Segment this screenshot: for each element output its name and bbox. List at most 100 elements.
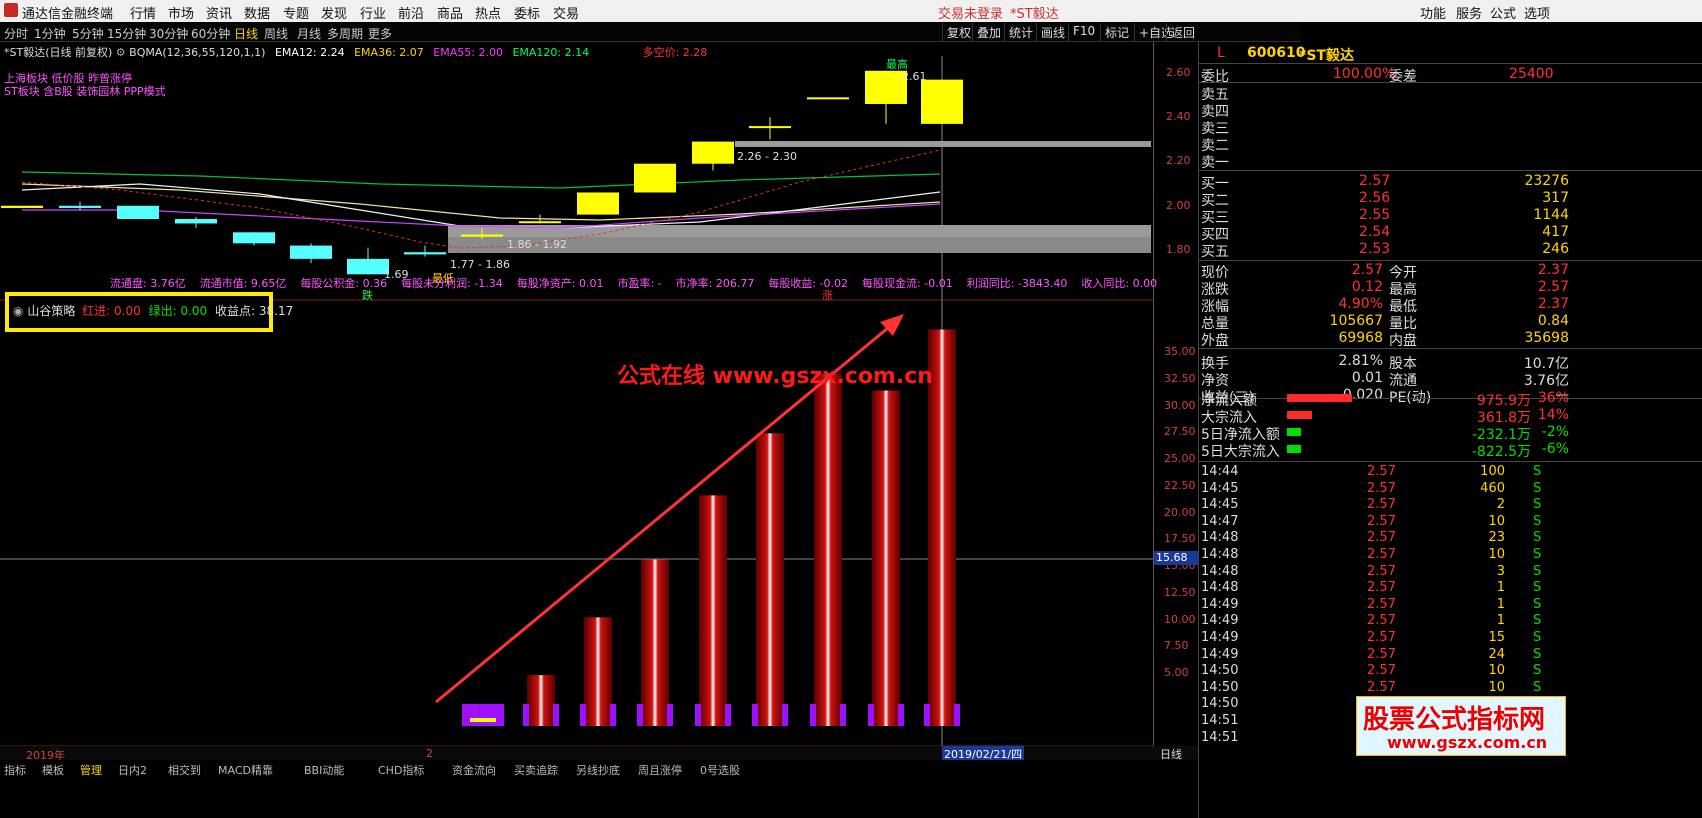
menu-item[interactable]: 专题	[283, 3, 309, 22]
bottom-tab[interactable]: 管理	[80, 762, 102, 778]
green-label: 绿出:	[148, 304, 177, 318]
candle-body	[519, 221, 561, 224]
bottom-tab[interactable]: 指标	[4, 762, 26, 778]
chart-tool-button[interactable]: 统计	[1004, 23, 1037, 41]
signal-bar	[610, 704, 616, 726]
tick-side: S	[1533, 480, 1542, 496]
strategy-name: 山谷策略	[27, 304, 76, 318]
flow-bar	[1287, 445, 1301, 453]
bottom-tab[interactable]: 买卖追踪	[514, 762, 558, 778]
flow-row: 5日净流入额 -232.1万 -2%	[1199, 424, 1569, 443]
tick-time: 14:45	[1201, 497, 1239, 513]
period-tab[interactable]: 30分钟	[149, 25, 188, 42]
tick-row: 14:49 2.57 24 S	[1199, 647, 1569, 664]
bottom-tab[interactable]: BBI动能	[304, 762, 344, 778]
tick-price: 2.57	[1367, 679, 1396, 695]
flow-row: 净流入额 975.9万 36%	[1199, 390, 1569, 409]
menu-item[interactable]: 委标	[514, 3, 540, 22]
menu-item[interactable]: 数据	[244, 3, 270, 22]
candle-body	[290, 245, 332, 259]
price-label-high-tag: 最高	[886, 58, 908, 71]
ask-label: 卖一	[1201, 155, 1229, 171]
chart-tool-button[interactable]: 返回	[1166, 23, 1199, 41]
period-tab[interactable]: 月线	[297, 25, 321, 42]
tick-price: 2.57	[1367, 646, 1396, 662]
bottom-tab[interactable]: 周且涨停	[638, 762, 682, 778]
menu-item[interactable]: 市场	[168, 3, 194, 22]
stat-value-2: 2.57	[1537, 279, 1569, 295]
flow-pct: -2%	[1541, 424, 1569, 440]
bottom-tab[interactable]: 另线抄底	[576, 762, 620, 778]
menu-item[interactable]: 资讯	[206, 3, 232, 22]
period-tab[interactable]: 日线	[234, 25, 258, 42]
title-menu-item[interactable]: 选项	[1524, 3, 1550, 22]
stock-code: 600610	[1247, 45, 1306, 61]
bid-volume: 1144	[1533, 207, 1569, 223]
menu-item[interactable]: 行情	[130, 3, 156, 22]
tick-side: S	[1533, 580, 1542, 596]
chart-tool-button[interactable]: 叠加	[972, 23, 1005, 41]
ema36-value: EMA36: 2.07	[354, 46, 424, 59]
kline-chart[interactable]	[0, 42, 1153, 800]
bottom-tab[interactable]: 0号选股	[700, 762, 740, 778]
candle-body	[59, 205, 101, 208]
axis-tick-lower: 5.00	[1164, 666, 1189, 679]
period-tab[interactable]: 多周期	[327, 25, 363, 42]
gain-bar	[814, 373, 842, 726]
menu-item[interactable]: 前沿	[398, 3, 424, 22]
menu-item[interactable]: 发现	[321, 3, 347, 22]
tick-side: S	[1533, 596, 1542, 612]
ask-row: 卖一	[1199, 152, 1569, 171]
price-label-low-box: 1.77 - 1.86	[450, 258, 510, 271]
gain-label: 收益点:	[215, 304, 256, 318]
bid-volume: 246	[1542, 241, 1569, 257]
tick-price: 2.57	[1367, 580, 1396, 596]
signal-bar	[810, 704, 816, 726]
chart-tool-button[interactable]: F10	[1068, 23, 1099, 41]
bottom-tab[interactable]: CHD指标	[378, 762, 424, 778]
period-tab[interactable]: 60分钟	[191, 25, 230, 42]
bottom-tab[interactable]: 日内2	[118, 762, 147, 778]
bottom-tab[interactable]: 相交到	[168, 762, 201, 778]
menu-item[interactable]: 热点	[475, 3, 501, 22]
period-tab[interactable]: 分时	[4, 25, 28, 42]
period-tab[interactable]: 5分钟	[72, 25, 104, 42]
period-tab[interactable]: 15分钟	[107, 25, 146, 42]
period-tab[interactable]: 周线	[264, 25, 288, 42]
period-tab[interactable]: 1分钟	[34, 25, 66, 42]
title-menu-item[interactable]: 公式	[1490, 3, 1516, 22]
chart-tool-button[interactable]: 复权	[942, 23, 975, 41]
axis-tick-lower: 32.50	[1164, 371, 1196, 385]
fin-item: 每股收益: -0.02	[768, 277, 849, 290]
gear-icon[interactable]: ⚙	[116, 46, 126, 59]
bottom-tab[interactable]: MACD精靠	[218, 762, 273, 778]
title-menu-item[interactable]: 功能	[1420, 3, 1446, 22]
tick-row: 14:44 2.57 100 S	[1199, 464, 1569, 481]
menu-item[interactable]: 交易	[553, 3, 579, 22]
chart-tool-button[interactable]: 标记	[1100, 23, 1133, 41]
menu-item[interactable]: 行业	[360, 3, 386, 22]
flow-pct: -6%	[1541, 441, 1569, 457]
mid-label: 2	[426, 747, 433, 760]
tick-time: 14:50	[1201, 679, 1239, 695]
tick-time: 14:48	[1201, 580, 1239, 596]
tick-price: 2.57	[1367, 663, 1396, 679]
bottom-tab[interactable]: 资金流向	[452, 762, 496, 778]
axis-tick-upper: 2.00	[1166, 199, 1191, 212]
bid-volume: 417	[1542, 224, 1569, 240]
chart-tool-button[interactable]: 画线	[1036, 23, 1069, 41]
axis-tick-lower: 27.50	[1164, 425, 1196, 439]
bottom-tab[interactable]: 模板	[42, 762, 64, 778]
title-menu-item[interactable]: 服务	[1456, 3, 1482, 22]
trade-status[interactable]: 交易未登录	[938, 3, 1003, 22]
period-tab[interactable]: 更多	[368, 25, 392, 42]
candle-body	[175, 219, 217, 224]
stat-label-2: 内盘	[1389, 333, 1417, 349]
candle-body	[634, 163, 676, 193]
ema12-value: EMA12: 2.24	[274, 46, 345, 59]
stat-row: 涨幅 4.90% 最低 2.37	[1199, 296, 1569, 315]
price-label-bottom-box: 1.86 - 1.92	[507, 238, 567, 251]
settings-dot-icon[interactable]: ◉	[13, 304, 23, 318]
tick-row: 14:47 2.57 10 S	[1199, 514, 1569, 531]
menu-item[interactable]: 商品	[437, 3, 463, 22]
